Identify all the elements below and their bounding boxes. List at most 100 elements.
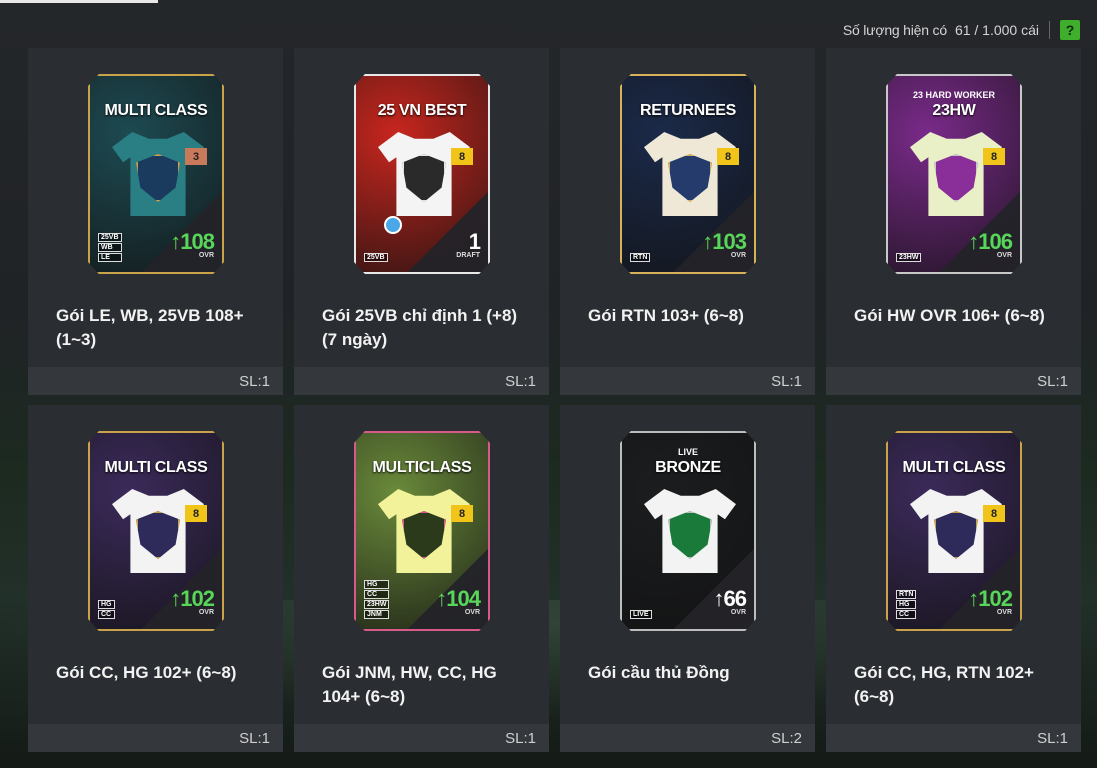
active-tab-indicator xyxy=(0,0,158,3)
pack-band: MULTICLASS xyxy=(372,459,472,476)
pack-tag: JNM xyxy=(364,610,390,619)
pack-tag: 23HW xyxy=(896,253,922,262)
pack-card[interactable]: MULTI CLASS 8 ↑102 OVR RTN HG CC Gói CC, H… xyxy=(826,405,1081,752)
pack-tag: CC xyxy=(364,590,390,599)
pack-title: Gói LE, WB, 25VB 108+ (1~3) xyxy=(56,304,266,352)
pack-tag: 23HW xyxy=(364,600,390,609)
pack-subtitle: LIVE xyxy=(677,447,698,457)
pack-ovr: ↑106 OVR xyxy=(968,229,1013,260)
pack-tag: CC xyxy=(896,610,917,619)
pack-quantity: SL:1 xyxy=(1037,372,1068,390)
pack-quantity-bar: SL:1 xyxy=(826,724,1081,752)
pack-tags: LIVE xyxy=(630,610,652,619)
pack-ovr: 1 DRAFT xyxy=(456,231,481,260)
ovr-value: ↑102 xyxy=(968,586,1013,611)
pack-title-line: Gói LE, WB, 25VB 108+ xyxy=(56,306,244,325)
pack-tag: RTN xyxy=(630,253,651,262)
pack-title-line: Gói CC, HG 102+ (6~8) xyxy=(56,663,237,682)
pack-tags: HG CC 23HW JNM xyxy=(364,580,390,619)
pack-quantity-bar: SL:1 xyxy=(28,724,283,752)
ovr-value: ↑106 xyxy=(968,229,1013,254)
pack-band: MULTI CLASS xyxy=(902,459,1006,476)
pack-title: Gói HW OVR 106+ (6~8) xyxy=(854,304,1064,328)
pack-ovr: ↑66 OVR xyxy=(713,586,747,617)
inventory-label: Số lượng hiện có xyxy=(842,22,947,38)
pack-tags: 25VB xyxy=(364,253,388,262)
pack-tag: WB xyxy=(98,243,122,252)
pack-grid: MULTI CLASS 3 ↑108 OVR 25VB WB LE Gói LE, … xyxy=(28,48,1081,752)
pack-tag: 25VB xyxy=(98,233,122,242)
pack-title: Gói cầu thủ Đồng xyxy=(588,661,798,685)
level-badge: 8 xyxy=(451,505,473,522)
pack-card[interactable]: LIVE BRONZE ↑66 OVR LIVE Gói cầu thủ Đồn… xyxy=(560,405,815,752)
pack-title-line: (7 ngày) xyxy=(322,330,388,349)
level-badge: 8 xyxy=(451,148,473,165)
divider xyxy=(1049,21,1050,39)
pack-tag: CC xyxy=(98,610,115,619)
pack-title-line: Gói HW OVR 106+ (6~8) xyxy=(854,306,1045,325)
pack-image: 25 VN BEST 8 1 DRAFT 25VB xyxy=(354,74,490,274)
ovr-label: DRAFT xyxy=(456,252,480,259)
ovr-value: ↑102 xyxy=(170,586,215,611)
pack-ovr: ↑102 OVR xyxy=(968,586,1013,617)
pack-tag: LIVE xyxy=(630,610,652,619)
pack-card[interactable]: 23 HARD WORKER 23HW 8 ↑106 OVR 23HW Gói … xyxy=(826,48,1081,395)
pack-quantity-bar: SL:1 xyxy=(560,367,815,395)
inventory-counter: Số lượng hiện có 61 / 1.000 cái ? xyxy=(843,18,1080,42)
pack-title-line: (6~8) xyxy=(854,687,895,706)
pack-quantity: SL:1 xyxy=(505,372,536,390)
pack-title-line: (1~3) xyxy=(56,330,97,349)
pack-quantity-bar: SL:2 xyxy=(560,724,815,752)
pack-title: Gói CC, HG, RTN 102+ (6~8) xyxy=(854,661,1064,709)
pack-tags: 25VB WB LE xyxy=(98,233,122,262)
pack-quantity-bar: SL:1 xyxy=(294,367,549,395)
pack-card[interactable]: MULTI CLASS 3 ↑108 OVR 25VB WB LE Gói LE, … xyxy=(28,48,283,395)
pack-tags: RTN HG CC xyxy=(896,590,917,619)
help-button[interactable]: ? xyxy=(1060,20,1080,40)
ovr-value: ↑108 xyxy=(170,229,215,254)
pack-quantity: SL:1 xyxy=(239,372,270,390)
pack-image: MULTICLASS 8 ↑104 OVR HG CC 23HW JNM xyxy=(354,431,490,631)
pack-image: RETURNEES 8 ↑103 OVR RTN xyxy=(620,74,756,274)
pack-quantity-bar: SL:1 xyxy=(826,367,1081,395)
pack-subtitle: 23 HARD WORKER xyxy=(912,90,995,100)
pack-ovr: ↑102 OVR xyxy=(170,586,215,617)
ovr-value: ↑104 xyxy=(436,586,481,611)
pack-quantity: SL:1 xyxy=(505,729,536,747)
pack-quantity: SL:1 xyxy=(771,372,802,390)
pack-quantity-bar: SL:1 xyxy=(28,367,283,395)
pack-title-line: Gói JNM, HW, CC, HG xyxy=(322,663,497,682)
pack-card[interactable]: MULTICLASS 8 ↑104 OVR HG CC 23HW JNM Gói JN… xyxy=(294,405,549,752)
pack-card[interactable]: MULTI CLASS 8 ↑102 OVR HG CC Gói CC, HG 1… xyxy=(28,405,283,752)
pack-image: 23 HARD WORKER 23HW 8 ↑106 OVR 23HW xyxy=(886,74,1022,274)
pack-title: Gói RTN 103+ (6~8) xyxy=(588,304,798,328)
pack-image: MULTI CLASS 8 ↑102 OVR RTN HG CC xyxy=(886,431,1022,631)
pack-band: 23HW xyxy=(932,102,976,119)
pack-quantity: SL:1 xyxy=(239,729,270,747)
pack-image: LIVE BRONZE ↑66 OVR LIVE xyxy=(620,431,756,631)
pack-tag: LE xyxy=(98,253,122,262)
pack-ovr: ↑108 OVR xyxy=(170,229,215,260)
ovr-value: ↑66 xyxy=(713,586,747,611)
pack-tag: HG xyxy=(364,580,390,589)
pack-card[interactable]: 25 VN BEST 8 1 DRAFT 25VB Gói 25VB chỉ đ… xyxy=(294,48,549,395)
level-badge: 8 xyxy=(983,505,1005,522)
pack-tag: HG xyxy=(896,600,917,609)
pack-image: MULTI CLASS 3 ↑108 OVR 25VB WB LE xyxy=(88,74,224,274)
pack-card[interactable]: RETURNEES 8 ↑103 OVR RTN Gói RTN 103+ (6… xyxy=(560,48,815,395)
pack-quantity: SL:2 xyxy=(771,729,802,747)
pack-band: 25 VN BEST xyxy=(377,102,467,119)
pack-ovr: ↑104 OVR xyxy=(436,586,481,617)
pack-quantity: SL:1 xyxy=(1037,729,1068,747)
pack-title: Gói 25VB chỉ định 1 (+8) (7 ngày) xyxy=(322,304,532,352)
pack-image: MULTI CLASS 8 ↑102 OVR HG CC xyxy=(88,431,224,631)
pack-tag: RTN xyxy=(896,590,917,599)
level-badge: 8 xyxy=(983,148,1005,165)
pack-tags: 23HW xyxy=(896,253,922,262)
pack-title-line: Gói RTN 103+ (6~8) xyxy=(588,306,744,325)
pack-title-line: 104+ (6~8) xyxy=(322,687,406,706)
pack-title: Gói JNM, HW, CC, HG 104+ (6~8) xyxy=(322,661,532,709)
pack-tag: HG xyxy=(98,600,115,609)
pack-title-line: Gói cầu thủ Đồng xyxy=(588,663,730,682)
pack-tags: RTN xyxy=(630,253,651,262)
